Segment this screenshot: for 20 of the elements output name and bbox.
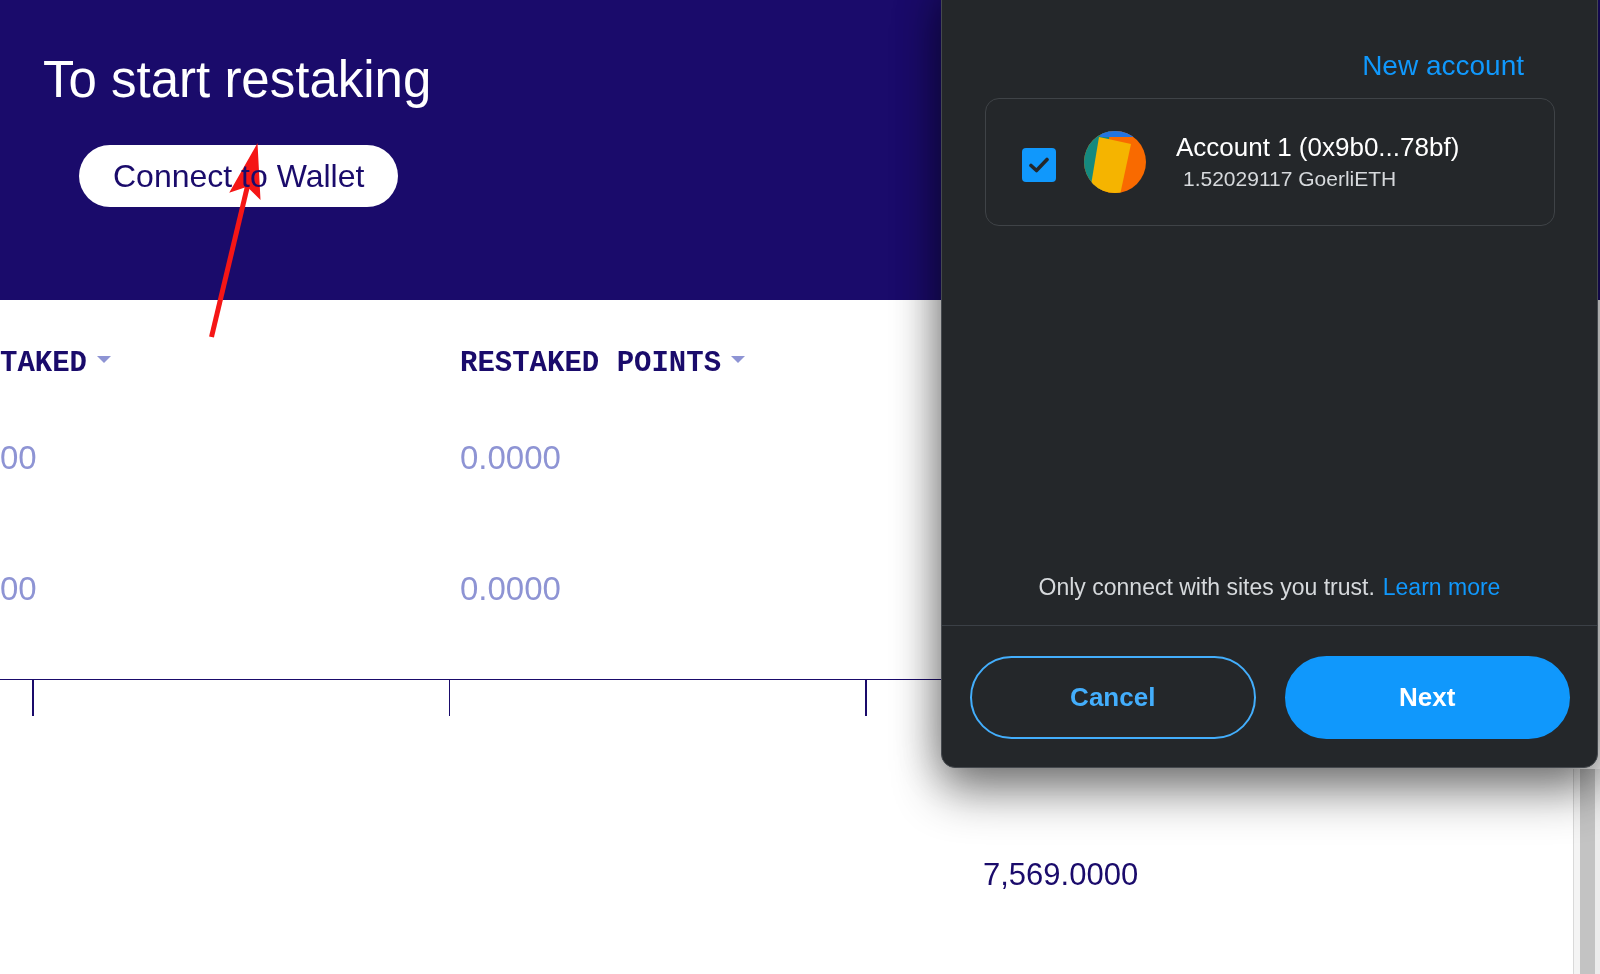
new-account-link[interactable]: New account [1362,50,1524,82]
table-cell: 00 [0,438,37,478]
account-card[interactable]: Account 1 (0x9b0...78bf) 1.52029117 GoerliETH [985,98,1555,226]
learn-more-link[interactable]: Learn more [1382,572,1501,602]
caret-down-icon [731,355,746,363]
column-header[interactable]: RESTAKED POINTS [460,344,746,382]
table-cell: 00 [0,569,37,609]
column-header[interactable]: TAKED [0,344,111,382]
account-name: Account 1 (0x9b0...78bf) [1176,132,1460,162]
table-cell: 0.0000 [460,569,561,609]
table-cell-text: 7,569.0000 [983,856,1139,894]
checkmark-icon [1029,157,1049,173]
trust-notice: Only connect with sites you trust. [1038,573,1375,602]
secondary-dialog-button[interactable]: Cancel [970,656,1256,739]
account-balance: 1.52029117 GoerliETH [1182,166,1398,192]
scrollbar[interactable] [1573,769,1600,974]
table-cell: 0.0000 [460,438,561,478]
checkbox[interactable] [1022,148,1056,182]
caret-down-icon [97,355,111,363]
hero-title: To start restaking [43,51,432,109]
